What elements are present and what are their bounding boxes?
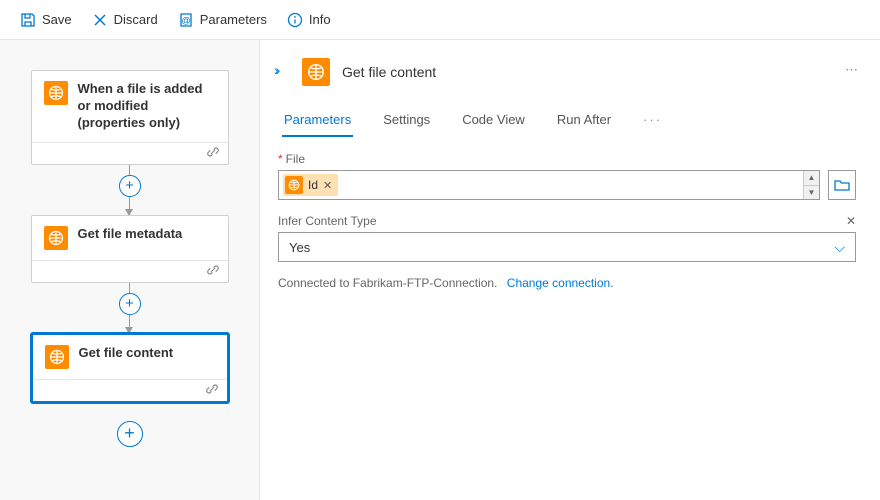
workflow-node-content[interactable]: Get file content	[31, 333, 229, 403]
infer-label: Infer Content Type	[278, 214, 377, 228]
select-value: Yes	[289, 240, 310, 255]
node-title: Get file content	[79, 345, 174, 362]
collapse-panel-button[interactable]: ››	[274, 62, 277, 78]
discard-button[interactable]: Discard	[84, 8, 166, 32]
file-token[interactable]: Id ✕	[283, 174, 338, 196]
token-label: Id	[308, 178, 318, 192]
connection-status: Connected to Fabrikam-FTP-Connection. Ch…	[278, 276, 856, 290]
info-button[interactable]: Info	[279, 8, 339, 32]
node-title: Get file metadata	[78, 226, 183, 243]
browse-folder-button[interactable]	[828, 170, 856, 200]
clear-field-button[interactable]: ✕	[846, 214, 856, 228]
add-step-button[interactable]: +	[119, 293, 141, 315]
save-label: Save	[42, 12, 72, 27]
parameters-label: Parameters	[200, 12, 267, 27]
details-panel: ›› ⋯ Get file content Parameters Setting…	[260, 40, 880, 500]
x-icon	[92, 12, 108, 28]
globe-icon	[44, 226, 68, 250]
tab-settings[interactable]: Settings	[381, 106, 432, 137]
save-button[interactable]: Save	[12, 8, 80, 32]
file-stepper: ▲ ▼	[803, 171, 819, 199]
chevron-down-icon: ⌵	[834, 239, 845, 256]
globe-icon	[285, 176, 303, 194]
globe-icon	[45, 345, 69, 369]
info-icon	[287, 12, 303, 28]
link-icon	[205, 382, 219, 399]
add-step-end-button[interactable]: +	[117, 421, 143, 447]
globe-icon	[44, 81, 68, 105]
workflow-node-trigger[interactable]: When a file is added or modified (proper…	[31, 70, 229, 165]
workflow-canvas: When a file is added or modified (proper…	[0, 40, 260, 500]
toolbar: Save Discard Parameters Info	[0, 0, 880, 40]
tab-overflow[interactable]: ···	[641, 106, 664, 137]
discard-label: Discard	[114, 12, 158, 27]
add-step-button[interactable]: +	[119, 175, 141, 197]
stepper-down[interactable]: ▼	[804, 186, 819, 200]
globe-icon	[302, 58, 330, 86]
tab-code-view[interactable]: Code View	[460, 106, 527, 137]
change-connection-link[interactable]: Change connection.	[507, 276, 614, 290]
field-file: * File Id ✕ ▲ ▼	[278, 152, 856, 200]
tab-parameters[interactable]: Parameters	[282, 106, 353, 137]
save-icon	[20, 12, 36, 28]
workflow-node-metadata[interactable]: Get file metadata	[31, 215, 229, 283]
infer-content-type-select[interactable]: Yes ⌵	[278, 232, 856, 262]
field-infer-content-type: Infer Content Type ✕ Yes ⌵	[278, 214, 856, 262]
file-label: * File	[278, 152, 856, 166]
info-label: Info	[309, 12, 331, 27]
stepper-up[interactable]: ▲	[804, 171, 819, 186]
node-title: When a file is added or modified (proper…	[78, 81, 216, 132]
link-icon	[206, 145, 220, 162]
parameters-icon	[178, 12, 194, 28]
details-tabs: Parameters Settings Code View Run After …	[278, 106, 856, 138]
details-title: Get file content	[342, 64, 436, 80]
remove-token-button[interactable]: ✕	[323, 179, 332, 192]
parameters-button[interactable]: Parameters	[170, 8, 275, 32]
required-indicator: *	[278, 152, 283, 166]
tab-run-after[interactable]: Run After	[555, 106, 613, 137]
file-input[interactable]: Id ✕ ▲ ▼	[278, 170, 820, 200]
link-icon	[206, 263, 220, 280]
more-menu-button[interactable]: ⋯	[845, 62, 858, 78]
